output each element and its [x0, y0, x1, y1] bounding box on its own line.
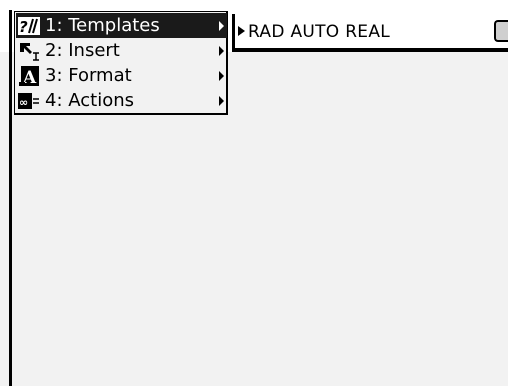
actions-icon: ∞ [16, 90, 42, 112]
calculator-screen: RAD AUTO REAL ? 1: Templates 2: Insert A… [0, 0, 508, 386]
format-icon: A [16, 65, 42, 87]
menu-item-label: 4: Actions [45, 89, 134, 111]
menu-item-label: 2: Insert [45, 39, 120, 61]
context-menu: ? 1: Templates 2: Insert A 3: Format ∞ 4… [14, 11, 228, 115]
mode-status: RAD AUTO REAL [248, 22, 391, 42]
battery-icon [494, 20, 508, 42]
menu-item-actions[interactable]: ∞ 4: Actions [16, 88, 227, 113]
menu-item-label: 3: Format [45, 64, 132, 86]
menu-item-templates[interactable]: ? 1: Templates [16, 13, 227, 38]
document-left-border [9, 10, 12, 386]
menu-item-label: 1: Templates [45, 14, 160, 36]
status-arrow-icon [238, 26, 245, 36]
status-separator [232, 14, 235, 52]
svg-text:?: ? [19, 18, 28, 36]
submenu-arrow-icon [219, 71, 224, 81]
submenu-arrow-icon [219, 46, 224, 56]
submenu-arrow-icon [219, 21, 224, 31]
submenu-arrow-icon [219, 96, 224, 106]
menu-item-format[interactable]: A 3: Format [16, 63, 227, 88]
svg-text:∞: ∞ [19, 96, 28, 109]
insert-icon [16, 40, 42, 62]
menu-item-insert[interactable]: 2: Insert [16, 38, 227, 63]
templates-icon: ? [16, 15, 42, 37]
